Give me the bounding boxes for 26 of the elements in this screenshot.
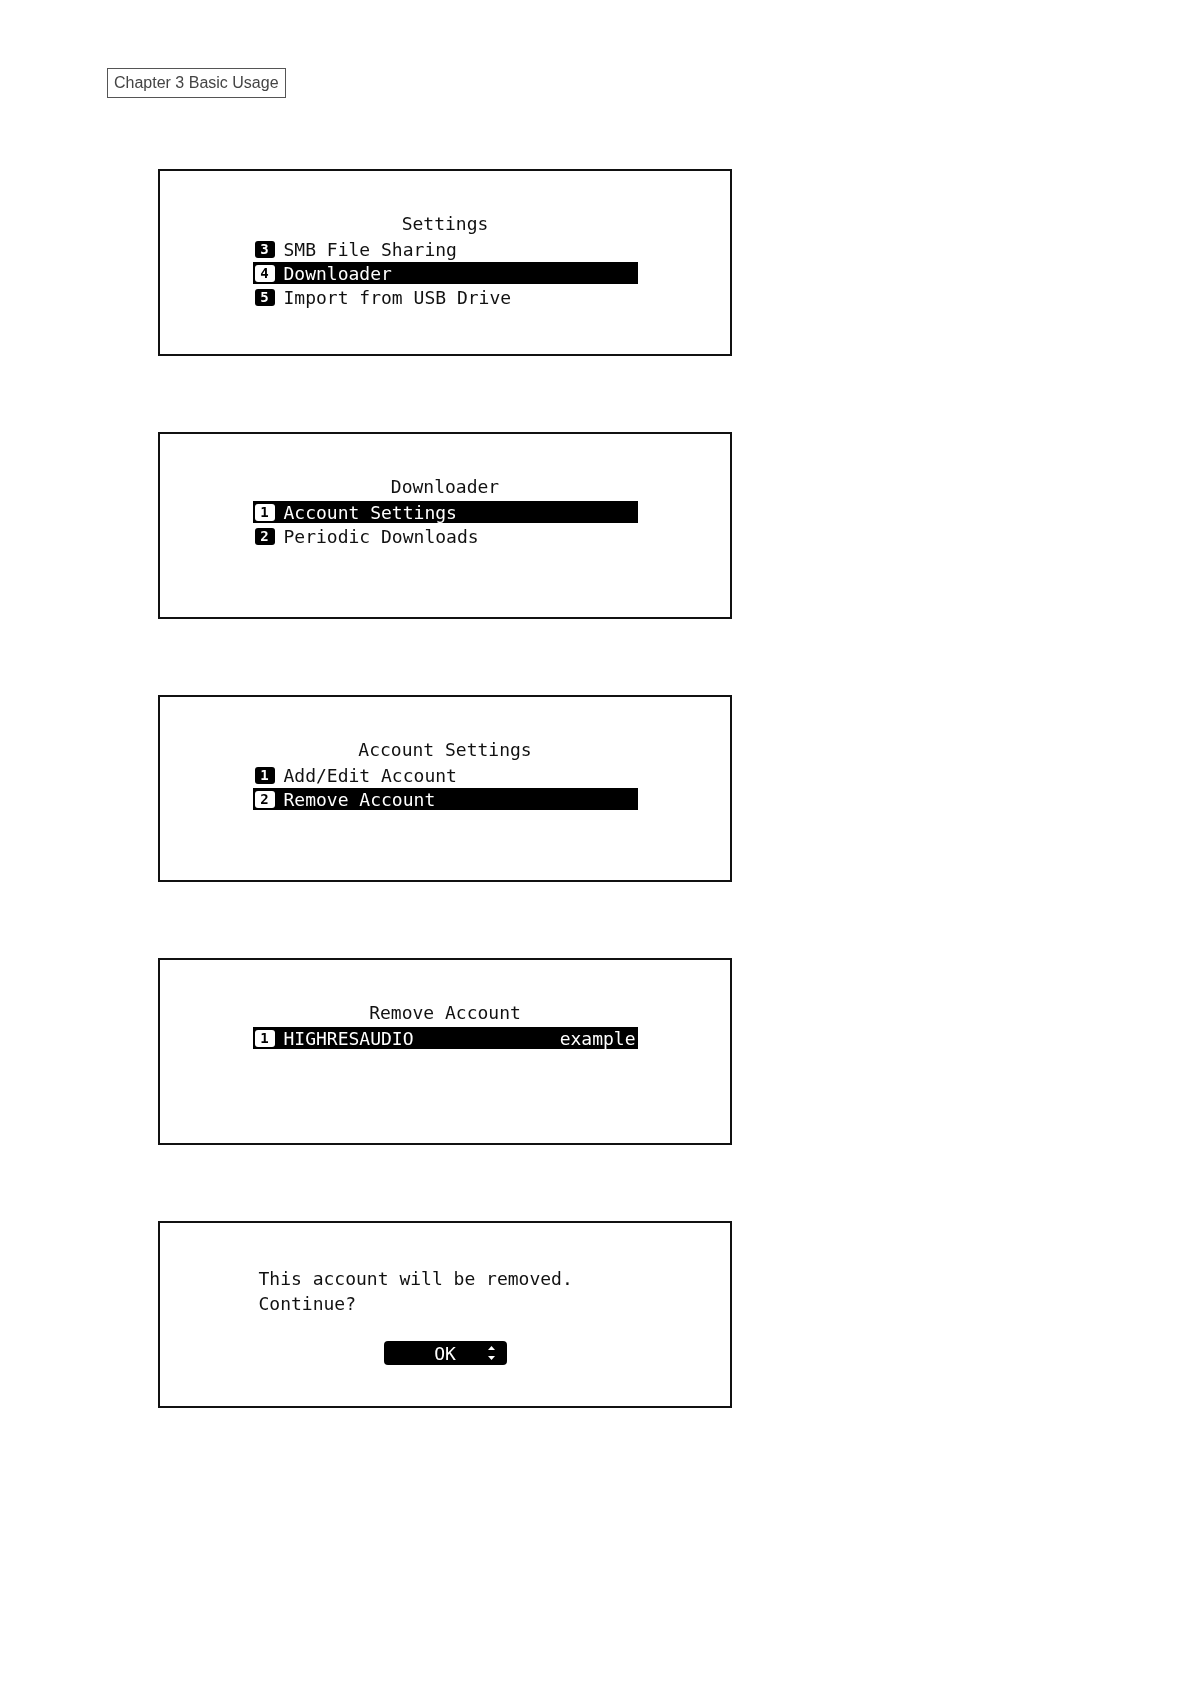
up-down-arrows-icon (487, 1346, 495, 1360)
number-badge: 2 (254, 790, 275, 808)
menu-item[interactable]: 1 HIGHRESAUDIO example (252, 1027, 638, 1049)
menu-item[interactable]: 2 Remove Account (252, 788, 638, 810)
number-badge: 1 (254, 503, 275, 521)
number-badge: 5 (254, 288, 275, 306)
number-badge: 2 (254, 527, 275, 545)
menu-item[interactable]: 5 Import from USB Drive (252, 286, 638, 308)
number-badge: 1 (254, 1029, 275, 1047)
account-username: example (559, 1027, 636, 1049)
number-badge: 1 (254, 766, 275, 784)
number-badge: 4 (254, 264, 275, 282)
menu-item[interactable]: 3 SMB File Sharing (252, 238, 638, 260)
number-badge: 3 (254, 240, 275, 258)
dialog-message: Continue? (257, 1292, 357, 1315)
menu-item[interactable]: 4 Downloader (252, 262, 638, 284)
screen-title: Remove Account (369, 1001, 521, 1025)
menu-item[interactable]: 1 Account Settings (252, 501, 638, 523)
menu-item[interactable]: 2 Periodic Downloads (252, 525, 638, 547)
screen-title: Downloader (390, 475, 500, 499)
screen-title: Account Settings (358, 738, 532, 762)
menu-item[interactable]: 1 Add/Edit Account (252, 764, 638, 786)
chapter-label: Chapter 3 Basic Usage (107, 68, 286, 98)
ok-button[interactable]: OK (383, 1341, 507, 1365)
screen-title: Settings (401, 212, 489, 236)
dialog-message: This account will be removed. (257, 1267, 573, 1290)
